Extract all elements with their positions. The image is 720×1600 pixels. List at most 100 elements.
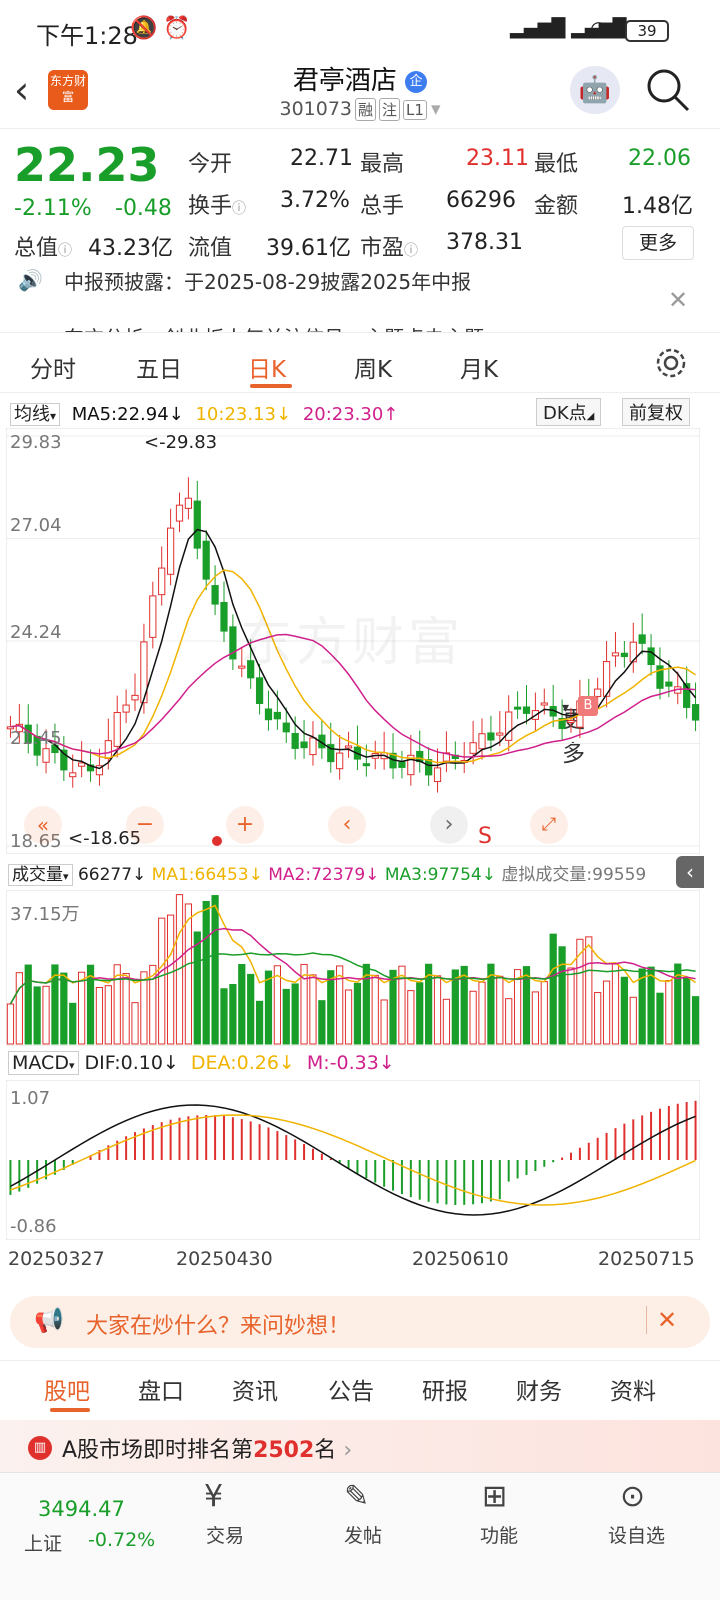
amount-label: 金额 bbox=[534, 194, 579, 219]
alarm-icon: ⏰ bbox=[163, 16, 191, 41]
vol-ma2-label: MA2:72379↓ bbox=[268, 865, 380, 885]
date-label-3: 20250610 bbox=[412, 1248, 509, 1270]
tab-finance[interactable]: 财务 bbox=[516, 1372, 562, 1406]
watchlist-icon[interactable]: ⊙ bbox=[620, 1479, 645, 1514]
tag-level: L1 bbox=[403, 100, 427, 120]
date-label-1: 20250327 bbox=[8, 1248, 105, 1270]
ma10-label: 10:23.13↓ bbox=[195, 404, 292, 425]
info-icon[interactable]: ⓘ bbox=[232, 201, 246, 217]
volume-legend: 成交量▾ 66277↓ MA1:66453↓ MA2:72379↓ MA3:97… bbox=[8, 860, 647, 886]
turnover-label[interactable]: 换手ⓘ bbox=[188, 188, 246, 220]
tab-news[interactable]: 资讯 bbox=[232, 1372, 278, 1406]
indicator-select[interactable]: 成交量▾ bbox=[8, 864, 73, 886]
notice-area[interactable]: 🔊 中报预披露：于2025-08-29披露2025年中报 东方分析：创业板人气关… bbox=[0, 268, 720, 332]
tab-five-day[interactable]: 五日 bbox=[136, 350, 182, 384]
high-marker: <-29.83 bbox=[144, 432, 218, 453]
rank-text: A股市场即时排名第2502名 › bbox=[62, 1438, 353, 1463]
date-label-4: 20250715 bbox=[598, 1248, 695, 1270]
pe-label[interactable]: 市盈ⓘ bbox=[360, 230, 418, 262]
tab-guba[interactable]: 股吧 bbox=[44, 1372, 90, 1406]
macd-chart bbox=[6, 1080, 700, 1240]
volume-value: 66296 bbox=[446, 188, 516, 213]
trade-icon[interactable]: ¥ bbox=[204, 1479, 223, 1514]
open-label: 今开 bbox=[188, 152, 233, 177]
tab-profile[interactable]: 资料 bbox=[610, 1372, 656, 1406]
rank-strip[interactable]: ▥ A股市场即时排名第2502名 › bbox=[0, 1420, 720, 1472]
tab-weekly-k[interactable]: 周K bbox=[354, 350, 392, 384]
info-icon[interactable]: ⓘ bbox=[404, 243, 418, 259]
market-cap-value: 43.23亿 bbox=[88, 236, 173, 261]
fullscreen-button[interactable]: ⤢ bbox=[530, 806, 568, 844]
megaphone-icon: 📢 bbox=[34, 1306, 64, 1334]
low-value: 22.06 bbox=[628, 146, 691, 171]
float-cap-value: 39.61亿 bbox=[266, 236, 351, 261]
price-axis-max: 29.83 bbox=[10, 432, 62, 453]
ma20-label: 20:23.30↑ bbox=[302, 404, 399, 425]
more-button[interactable]: 更多 bbox=[622, 226, 694, 260]
notice-line-2: 东方分析：创业板人气关注信号，主题点击主题 bbox=[64, 322, 484, 332]
rank-chart-icon: ▥ bbox=[28, 1436, 52, 1460]
robot-avatar-icon[interactable]: 🤖 bbox=[570, 66, 620, 114]
info-icon[interactable]: ⓘ bbox=[58, 243, 72, 259]
signal-icon: ▂▄▆█ ▂▄▆█ bbox=[510, 18, 627, 39]
open-value: 22.71 bbox=[290, 146, 353, 171]
close-icon[interactable]: ✕ bbox=[646, 1306, 677, 1334]
bottom-nav: 3494.47 上证 -0.72% ¥ 交易 ✎ 发帖 ⊞ 功能 ⊙ 设自选 bbox=[0, 1472, 720, 1600]
settings-icon[interactable] bbox=[654, 346, 688, 380]
volume-label: 总手 bbox=[360, 194, 405, 219]
tab-daily-k[interactable]: 日K bbox=[248, 350, 286, 384]
tab-intraday[interactable]: 分时 bbox=[30, 350, 76, 384]
macd-m-label: M:-0.33↓ bbox=[306, 1052, 395, 1074]
volume-axis-max: 37.15万 bbox=[10, 904, 80, 925]
nav-post[interactable]: 发帖 bbox=[344, 1521, 382, 1548]
amount-value: 1.48亿 bbox=[622, 194, 693, 219]
index-widget[interactable]: 3494.47 上证 -0.72% bbox=[20, 1483, 170, 1563]
nav-function[interactable]: 功能 bbox=[480, 1521, 518, 1548]
macd-axis-min: -0.86 bbox=[10, 1216, 57, 1237]
buy-marker: B bbox=[578, 696, 598, 716]
function-icon[interactable]: ⊞ bbox=[482, 1479, 507, 1514]
ma-type-select[interactable]: 均线▾ bbox=[10, 403, 61, 426]
ask-banner[interactable]: 📢 大家在炒什么？来问妙想！ ✕ bbox=[10, 1296, 710, 1348]
tab-monthly-k[interactable]: 月K bbox=[460, 350, 498, 384]
volume-value-label: 66277↓ bbox=[77, 865, 147, 885]
tab-pankou[interactable]: 盘口 bbox=[138, 1372, 184, 1406]
tab-announcements[interactable]: 公告 bbox=[328, 1372, 374, 1406]
vol-ma1-label: MA1:66453↓ bbox=[151, 865, 263, 885]
high-value: 23.11 bbox=[466, 146, 529, 171]
zoom-in-button[interactable]: + bbox=[226, 806, 264, 844]
tab-research[interactable]: 研报 bbox=[422, 1372, 468, 1406]
change-percent: -2.11% bbox=[14, 196, 92, 221]
change-amount: -0.48 bbox=[115, 196, 172, 221]
notice-line-1: 中报预披露：于2025-08-29披露2025年中报 bbox=[64, 270, 472, 294]
search-icon[interactable] bbox=[644, 66, 692, 114]
index-value: 3494.47 bbox=[38, 1497, 125, 1521]
virtual-volume-label: 虚拟成交量:99559 bbox=[501, 865, 647, 885]
macd-dea-label: DEA:0.26↓ bbox=[190, 1052, 295, 1074]
enterprise-icon: 企 bbox=[405, 70, 428, 93]
dk-point-button[interactable]: DK点◢ bbox=[536, 398, 602, 426]
speaker-icon: 🔊 bbox=[18, 268, 43, 292]
record-dot-icon bbox=[212, 836, 222, 846]
zoom-out-button[interactable]: − bbox=[126, 806, 164, 844]
macd-select[interactable]: MACD▾ bbox=[8, 1051, 79, 1075]
float-cap-label: 流值 bbox=[188, 236, 233, 261]
adjust-button[interactable]: 前复权 bbox=[622, 398, 690, 426]
collapse-panel-button[interactable]: ‹ bbox=[676, 856, 704, 888]
market-cap-label[interactable]: 总值ⓘ bbox=[14, 230, 72, 262]
high-label: 最高 bbox=[360, 152, 405, 177]
status-time: 下午1:28 bbox=[36, 22, 138, 50]
volume-chart bbox=[6, 890, 700, 1046]
scroll-left-button[interactable]: ‹ bbox=[328, 806, 366, 844]
close-icon[interactable]: ✕ bbox=[668, 286, 688, 314]
mute-icon: 🔕 bbox=[130, 16, 158, 41]
zoom-out-far-button[interactable]: « bbox=[24, 806, 62, 844]
dropdown-icon[interactable]: ▾ bbox=[431, 98, 441, 120]
nav-add-watchlist[interactable]: 设自选 bbox=[608, 1521, 665, 1548]
nav-trade[interactable]: 交易 bbox=[206, 1521, 244, 1548]
active-info-tab-underline bbox=[50, 1408, 90, 1412]
low-label: 最低 bbox=[534, 152, 579, 177]
post-icon[interactable]: ✎ bbox=[344, 1479, 369, 1514]
scroll-right-button[interactable]: › bbox=[430, 806, 468, 844]
tag-registered: 注 bbox=[379, 98, 401, 121]
